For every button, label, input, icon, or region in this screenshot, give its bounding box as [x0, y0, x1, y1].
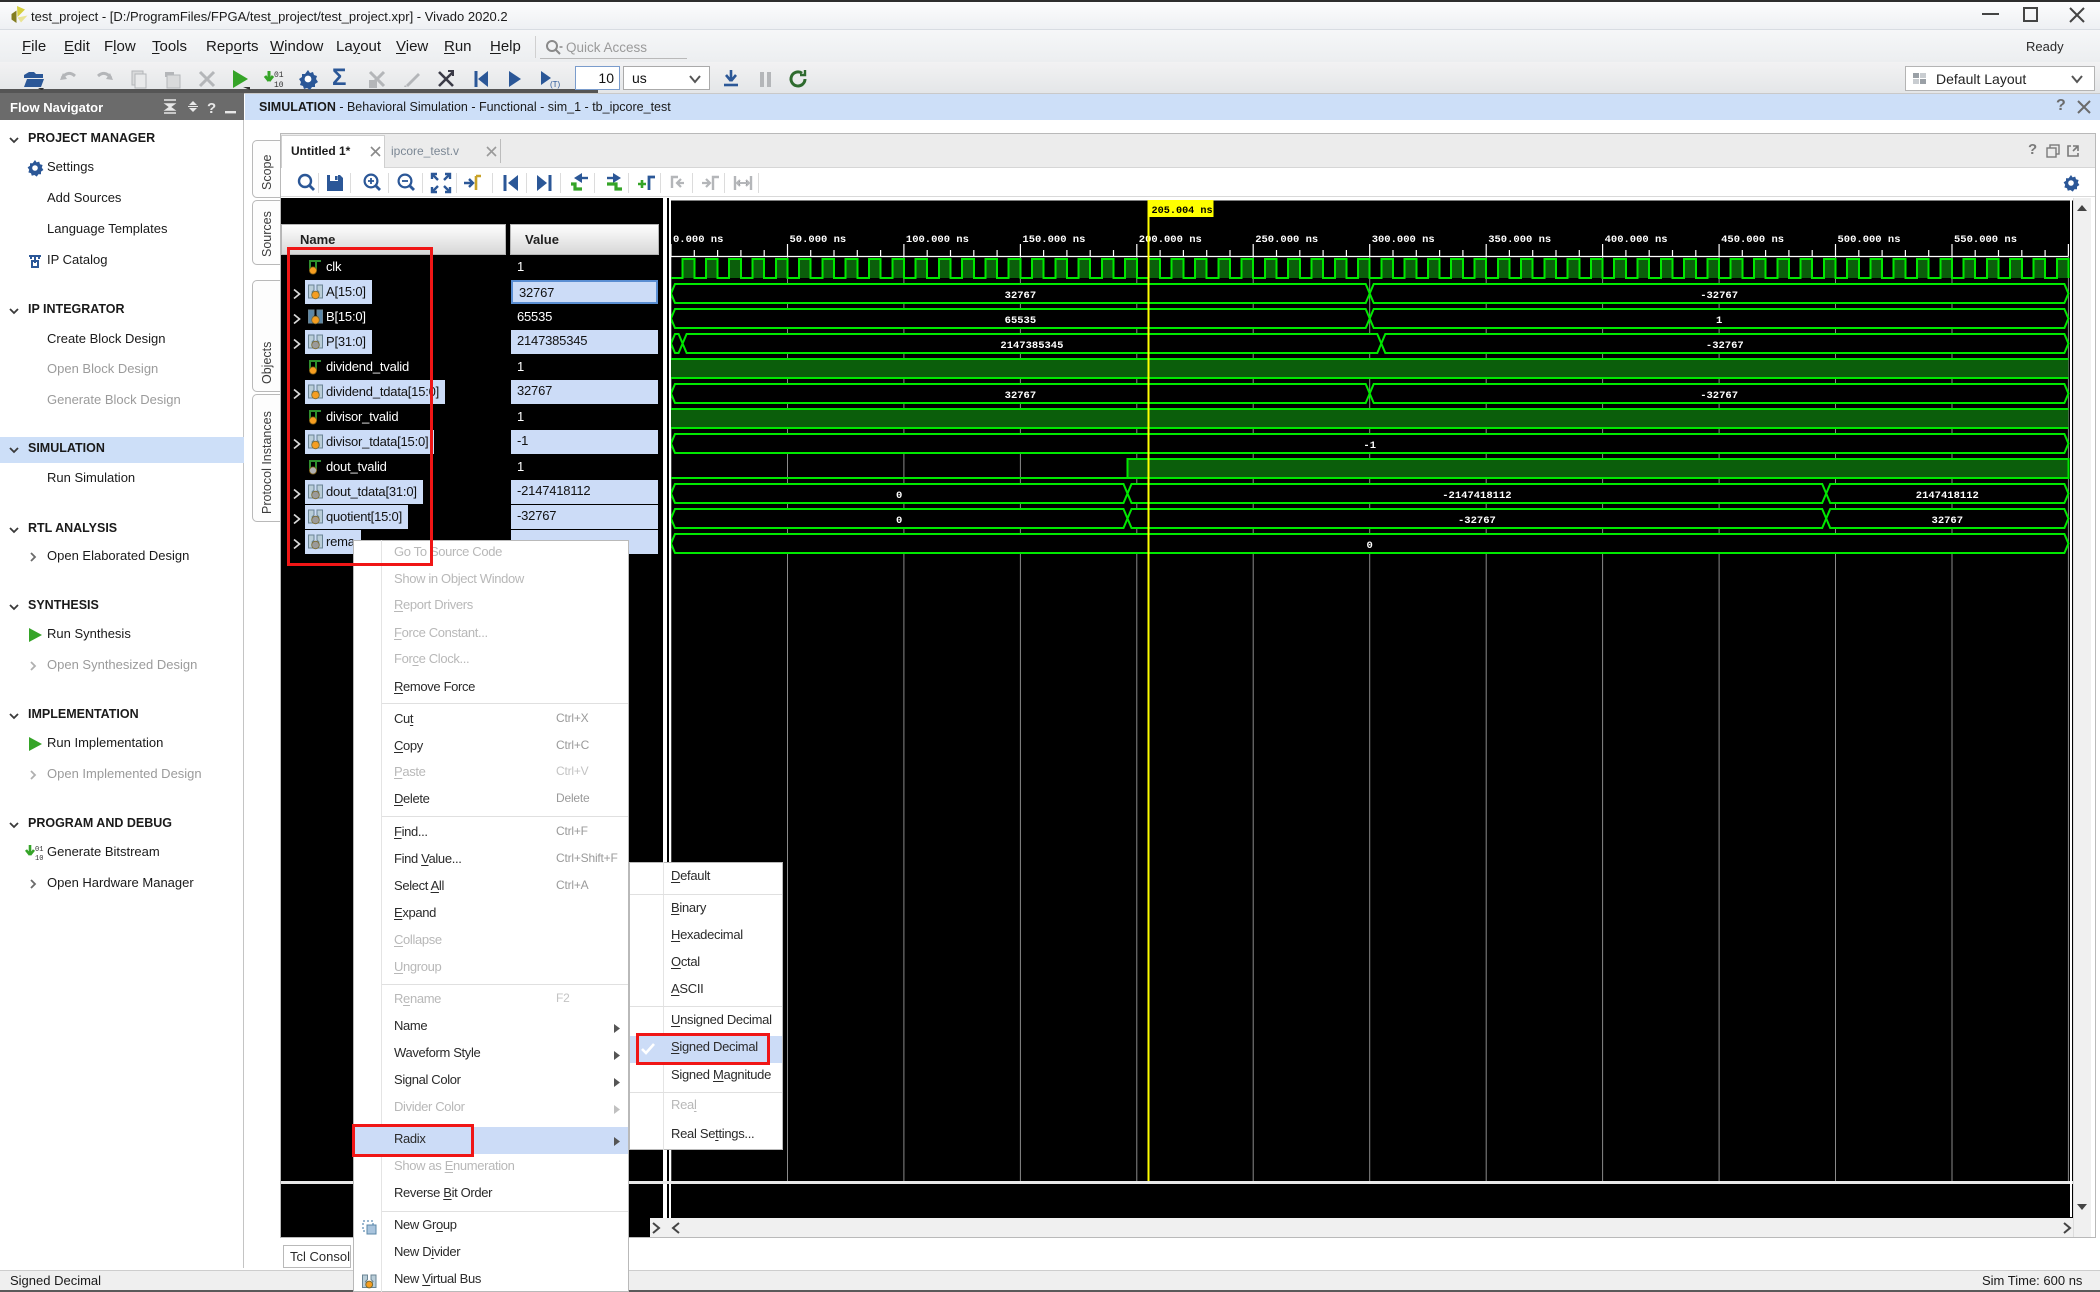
- svg-text:400.000 ns: 400.000 ns: [1605, 234, 1668, 246]
- svg-text:65535: 65535: [1005, 315, 1037, 327]
- svg-text:32767: 32767: [1005, 290, 1037, 302]
- svg-text:10: 10: [35, 855, 43, 863]
- svg-text:32767: 32767: [1932, 515, 1964, 527]
- svg-text:150.000 ns: 150.000 ns: [1022, 234, 1085, 246]
- svg-text:100.000 ns: 100.000 ns: [906, 234, 969, 246]
- svg-text:-32767: -32767: [1700, 290, 1738, 302]
- svg-text:500.000 ns: 500.000 ns: [1838, 234, 1901, 246]
- svg-text:0: 0: [896, 490, 902, 502]
- svg-text:205.004 ns: 205.004 ns: [1152, 206, 1213, 217]
- svg-text:(T): (T): [550, 80, 560, 89]
- svg-text:01: 01: [35, 846, 43, 854]
- svg-text:350.000 ns: 350.000 ns: [1488, 234, 1551, 246]
- svg-text:10: 10: [274, 81, 284, 90]
- svg-text:1: 1: [1716, 315, 1722, 327]
- svg-text:0: 0: [1367, 540, 1373, 552]
- svg-text:2147418112: 2147418112: [1916, 490, 1979, 502]
- svg-text:450.000 ns: 450.000 ns: [1721, 234, 1784, 246]
- svg-text:2147385345: 2147385345: [1000, 340, 1063, 352]
- svg-text:0: 0: [896, 515, 902, 527]
- svg-text:550.000 ns: 550.000 ns: [1954, 234, 2017, 246]
- svg-text:-32767: -32767: [1458, 515, 1496, 527]
- svg-text:-32767: -32767: [1706, 340, 1744, 352]
- svg-text:250.000 ns: 250.000 ns: [1255, 234, 1318, 246]
- svg-text:01: 01: [274, 71, 284, 80]
- svg-text:-32767: -32767: [1700, 390, 1738, 402]
- svg-text:300.000 ns: 300.000 ns: [1372, 234, 1435, 246]
- svg-text:0.000 ns: 0.000 ns: [673, 234, 723, 246]
- svg-text:-2147418112: -2147418112: [1442, 490, 1511, 502]
- svg-text:50.000 ns: 50.000 ns: [790, 234, 847, 246]
- svg-text:?: ?: [207, 100, 216, 115]
- svg-text:32767: 32767: [1005, 390, 1037, 402]
- svg-text:-1: -1: [1363, 440, 1376, 452]
